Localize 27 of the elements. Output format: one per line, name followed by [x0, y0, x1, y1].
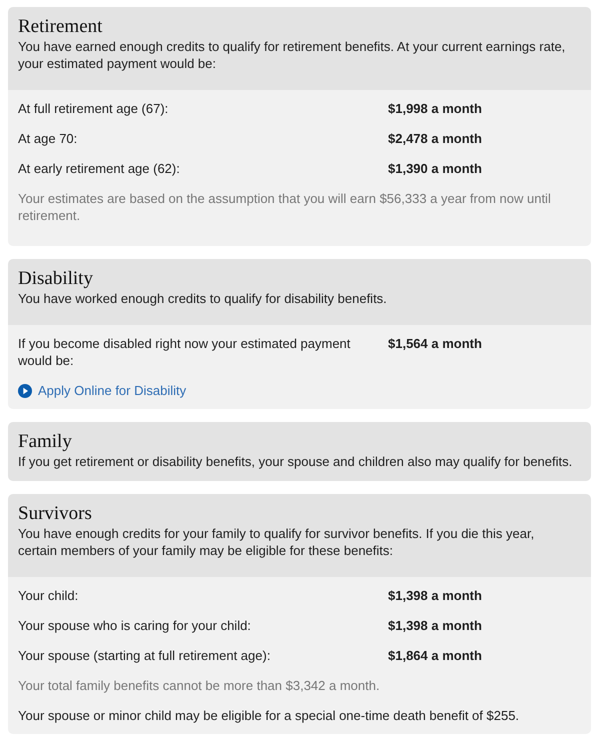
- benefit-amount: $1,398 a month: [388, 587, 483, 604]
- benefit-label: If you become disabled right now your estimated payment would be:: [18, 335, 352, 369]
- benefit-label: Your child:: [18, 587, 80, 604]
- benefit-amount: $1,398 a month: [388, 617, 483, 634]
- section-title: Disability: [18, 268, 94, 290]
- play-circle-icon: [18, 384, 32, 398]
- note-text: Your spouse or minor child may be eligible for a special one-time death benefit of $255.: [18, 707, 520, 724]
- benefit-label: At age 70:: [18, 130, 78, 147]
- note-text: Your total family benefits cannot be more than $3,342 a month.: [18, 677, 381, 694]
- benefit-label: At early retirement age (62):: [18, 160, 181, 177]
- section-title: Survivors: [18, 503, 93, 525]
- apply-link[interactable]: Apply Online for Disability: [18, 382, 186, 399]
- benefit-label: Your spouse who is caring for your child:: [18, 617, 252, 634]
- section-description: If you get retirement or disability benefits, your spouse and children also may qualify for benefits.: [18, 453, 574, 470]
- benefit-label: At full retirement age (67):: [18, 100, 170, 117]
- section-title: Family: [18, 431, 73, 453]
- benefit-amount: $1,864 a month: [388, 647, 483, 664]
- note-text: Your estimates are based on the assumption that you will earn $56,333 a year from now until retirement.: [18, 190, 552, 224]
- section-description: You have worked enough credits to qualify for disability benefits.: [18, 290, 388, 307]
- benefit-label: Your spouse (starting at full retirement age):: [18, 647, 272, 664]
- section-title: Retirement: [18, 16, 104, 38]
- section-description: You have enough credits for your family to qualify for survivor benefits. If you die this year, certain members of your family may be eligible for these benefits:: [18, 525, 536, 559]
- benefit-amount: $1,390 a month: [388, 160, 483, 177]
- benefit-amount: $1,564 a month: [388, 335, 483, 353]
- benefit-amount: $1,998 a month: [388, 100, 483, 117]
- benefit-amount: $2,478 a month: [388, 130, 483, 147]
- section-description: You have earned enough credits to qualify for retirement benefits. At your current earnings rate, your estimated payment would be:: [18, 38, 566, 72]
